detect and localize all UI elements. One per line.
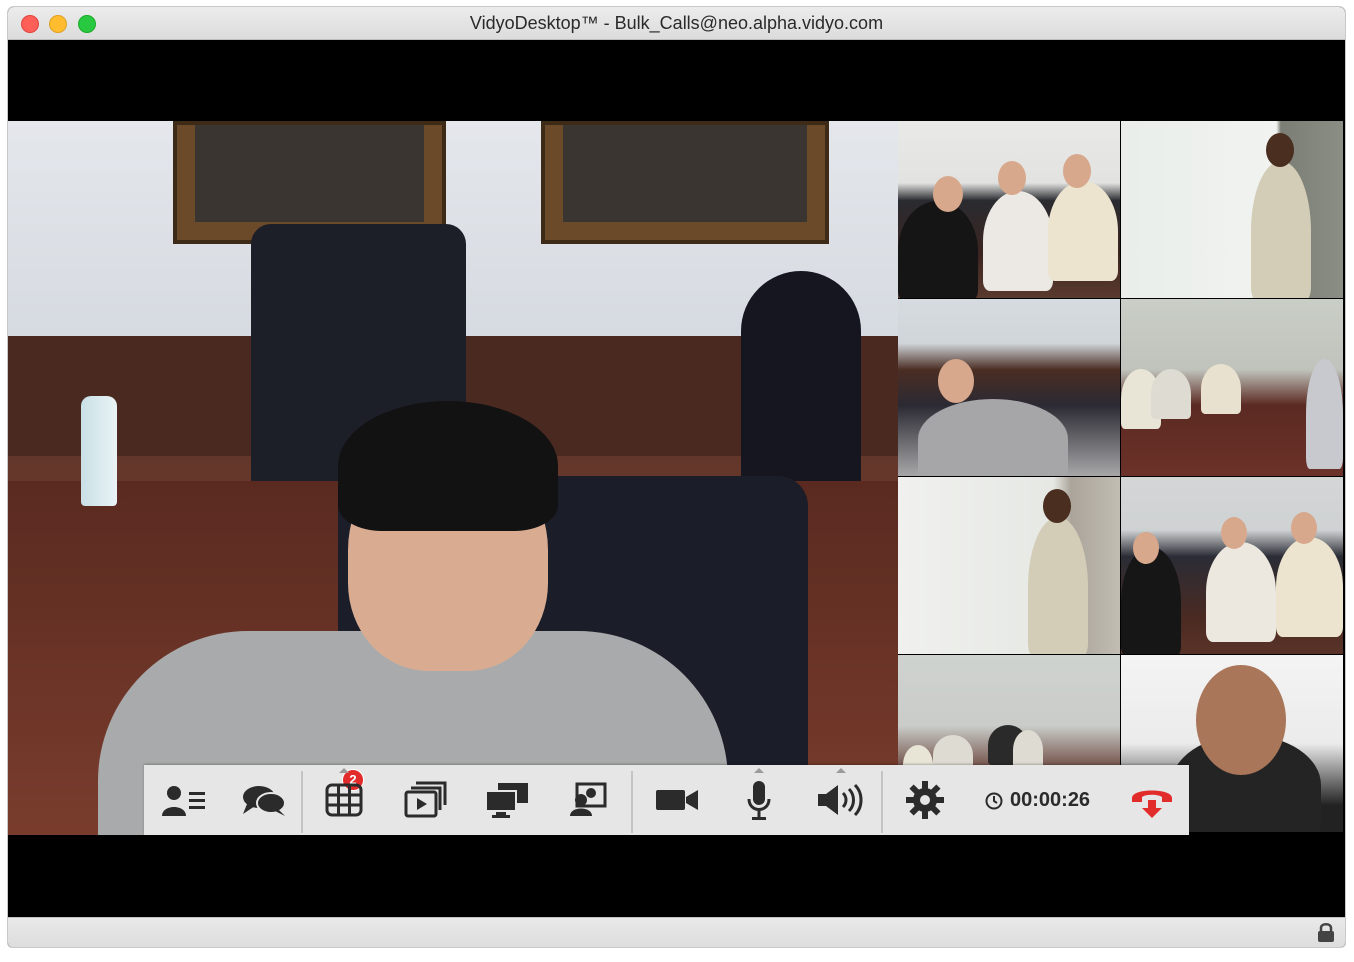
toolbar-divider [881,771,883,833]
status-bar [8,917,1345,947]
participant-tile[interactable] [898,121,1120,298]
microphone-options-caret[interactable] [754,768,764,773]
hang-up-icon [1131,790,1172,818]
participant-tiles [898,121,1345,835]
chat-button[interactable]: 2 [224,765,364,835]
speaker-icon [818,783,863,817]
microphone-icon [747,781,771,820]
participants-button[interactable] [144,765,224,835]
lock-icon[interactable] [1317,922,1335,943]
grid-icon [325,783,363,817]
participant-tile[interactable] [1121,121,1343,298]
title-bar[interactable]: VidyoDesktop™ - Bulk_Calls@neo.alpha.vid… [8,7,1345,40]
share-video-button[interactable] [384,765,466,835]
toolbar-divider [301,771,303,833]
window-title: VidyoDesktop™ - Bulk_Calls@neo.alpha.vid… [469,13,884,33]
layout-button[interactable] [304,765,384,835]
camera-button[interactable] [636,765,718,835]
share-screen-button[interactable] [466,765,548,835]
call-timer: 00:00:26 [984,765,1090,835]
app-window: VidyoDesktop™ - Bulk_Calls@neo.alpha.vid… [8,7,1345,947]
self-view-button[interactable] [548,765,630,835]
gear-icon [906,781,944,819]
self-view-icon [570,782,607,816]
timer-icon [985,792,1003,810]
participant-tile[interactable] [1121,299,1343,476]
main-participant-video[interactable] [8,121,898,835]
monitors-icon [485,783,528,818]
toolbar-divider [631,771,633,833]
picture-frame-right [541,121,829,244]
call-duration: 00:00:26 [1010,788,1091,811]
participant-tile[interactable] [1121,477,1343,654]
participant-tile[interactable] [898,299,1120,476]
call-control-bar: 2 00:00:26 [144,765,1189,835]
microphone-button[interactable] [718,765,800,835]
camera-icon [656,790,698,810]
speaker-button[interactable] [800,765,882,835]
speaker-options-caret[interactable] [836,768,846,773]
end-call-button[interactable] [1114,765,1189,835]
chat-bubbles-icon [243,786,286,816]
video-stage: 2 00:00:26 [8,40,1345,918]
settings-button[interactable] [884,765,966,835]
stacked-media-icon [404,781,447,818]
participant-tile[interactable] [898,477,1120,654]
layout-options-caret[interactable] [339,768,349,773]
participants-list-icon [162,786,205,816]
